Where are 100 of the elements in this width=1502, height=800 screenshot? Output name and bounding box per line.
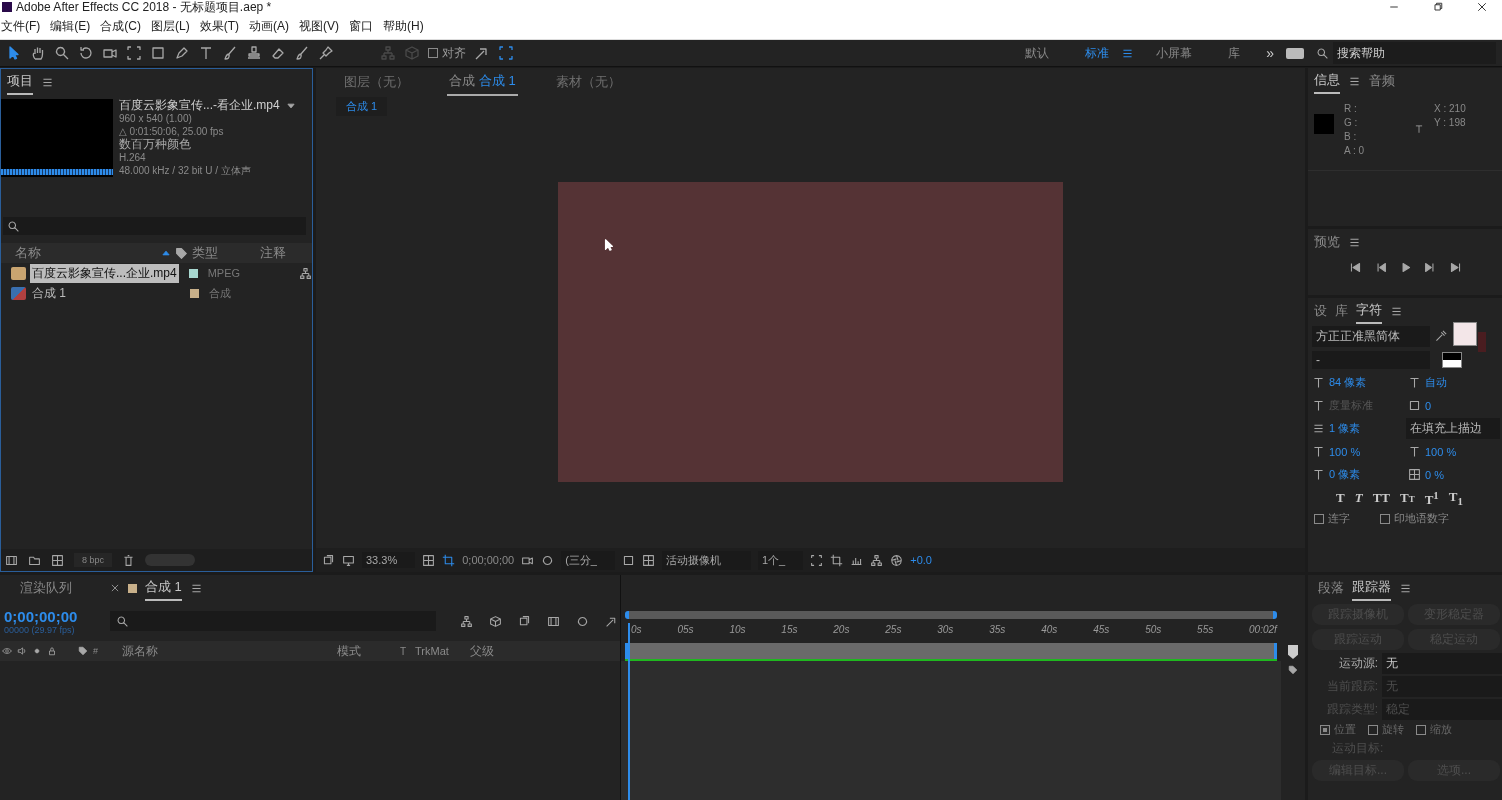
fill-color-swatch[interactable] xyxy=(1453,322,1477,346)
stroke-color-swatch[interactable] xyxy=(1478,332,1486,352)
text-style-button[interactable]: T$_{1}$ xyxy=(1448,489,1463,507)
panel-tab[interactable]: 合成 1 xyxy=(145,575,182,601)
label-color-swatch[interactable] xyxy=(190,288,199,298)
view-layout-dropdown[interactable]: 1个_ xyxy=(758,550,804,570)
color-sample xyxy=(1314,114,1334,134)
grid-icon xyxy=(422,553,436,567)
stroke-width-value[interactable]: 1 像素 xyxy=(1329,421,1361,436)
field-label: 运动源: xyxy=(1337,654,1378,672)
tracker-dropdown[interactable]: 无 xyxy=(1382,652,1502,674)
monitor-icon xyxy=(342,553,355,567)
font-family-dropdown[interactable]: 方正正准黑简体 xyxy=(1312,326,1430,347)
baseline-shift-value[interactable]: 0 像素 xyxy=(1329,467,1361,482)
workspace-tab[interactable]: 默认 xyxy=(1011,44,1064,62)
column-header[interactable]: 名称 xyxy=(15,244,157,262)
menu-item[interactable]: 合成(C) xyxy=(99,18,142,35)
viewer-tab[interactable]: 图层（无） xyxy=(342,69,411,95)
label-color-swatch[interactable] xyxy=(188,268,198,278)
column-header[interactable]: 注释 xyxy=(260,244,286,262)
region-icon xyxy=(622,553,635,567)
workspace-tab[interactable]: 库 xyxy=(1214,44,1255,62)
footage-size: 960 x 540 (1.00) xyxy=(119,112,193,125)
timeline-track-area[interactable] xyxy=(621,661,1281,800)
viewer-tab[interactable]: 素材（无） xyxy=(553,69,623,95)
panel-tab[interactable]: 音频 xyxy=(1369,69,1395,93)
search-icon xyxy=(116,614,129,628)
footage-codec: H.264 xyxy=(119,151,147,164)
end-marker-icon[interactable] xyxy=(1288,645,1298,659)
horizontal-scale-value[interactable]: 100 % xyxy=(1425,445,1457,458)
workspace-tab[interactable]: 小屏幕 xyxy=(1142,44,1207,62)
brush-icon xyxy=(222,45,238,61)
tracker-checkbox[interactable] xyxy=(1320,724,1330,735)
viewer-tab[interactable]: 合成 合成 1 xyxy=(447,68,518,96)
time-ruler[interactable]: 0s 05s 10s 15s 20s 25s 30s 35s 40s 45s 50s 55s 00:02f xyxy=(621,619,1281,639)
font-style-dropdown[interactable]: - xyxy=(1312,350,1430,369)
panel-tab[interactable]: 字符 xyxy=(1356,298,1382,324)
menu-item[interactable]: 帮助(H) xyxy=(382,18,425,35)
panel-tab[interactable]: 库 xyxy=(1335,299,1348,323)
tsume-value[interactable]: 0 % xyxy=(1425,468,1444,481)
menu-item[interactable]: 窗口 xyxy=(348,18,374,35)
channel-value: R : xyxy=(1344,102,1358,116)
tracking-value[interactable]: 0 xyxy=(1425,399,1432,412)
zoom-dropdown[interactable]: 33.3% xyxy=(362,552,416,568)
layer-search-field[interactable] xyxy=(110,611,436,631)
project-item[interactable]: 百度云影象宣传...企业.mp4 xyxy=(30,263,179,283)
menu-item[interactable]: 文件(F) xyxy=(0,18,42,35)
menu-item[interactable]: 动画(A) xyxy=(248,18,290,35)
exposure-value[interactable]: +0.0 xyxy=(910,554,932,566)
font-size-icon xyxy=(1312,376,1325,389)
column-header[interactable]: TrkMat xyxy=(415,645,465,657)
default-colors-swatch[interactable] xyxy=(1442,351,1462,368)
menu-item[interactable]: 编辑(E) xyxy=(49,18,92,35)
resolution-dropdown[interactable]: (三分_ xyxy=(561,550,615,570)
panel-tab[interactable]: 信息 xyxy=(1314,68,1340,94)
project-search-field[interactable] xyxy=(3,217,306,235)
project-item[interactable]: 合成 1 xyxy=(30,283,180,303)
leading-value[interactable]: 自动 xyxy=(1425,375,1447,390)
align-checkbox[interactable] xyxy=(428,48,438,58)
pixel-aspect-icon xyxy=(810,553,824,567)
column-header[interactable]: 源名称 xyxy=(122,642,332,660)
tracker-checkbox[interactable] xyxy=(1368,724,1378,735)
current-timecode[interactable]: 0;00;00;00 xyxy=(4,607,94,625)
panel-tab[interactable]: 段落 xyxy=(1318,576,1344,600)
composition-breadcrumb[interactable]: 合成 1 xyxy=(336,96,388,116)
text-style-button[interactable]: T$^{1}$ xyxy=(1424,488,1439,508)
ruler-label: 30s xyxy=(937,623,954,635)
bit-depth-button[interactable]: 8 bpc xyxy=(74,553,113,567)
camera-dropdown[interactable]: 活动摄像机 xyxy=(662,550,751,570)
stroke-mode-dropdown[interactable]: 在填充上描边 xyxy=(1405,418,1500,439)
vertical-scale-value[interactable]: 100 % xyxy=(1329,445,1361,458)
text-style-button[interactable]: Tт xyxy=(1399,490,1415,506)
tracker-checkbox[interactable] xyxy=(1416,724,1426,735)
channel-value: A : 0 xyxy=(1344,144,1364,158)
text-style-button[interactable]: TT xyxy=(1372,490,1390,506)
text-style-button[interactable]: T xyxy=(1354,490,1363,506)
stroke-width-icon xyxy=(1312,422,1325,435)
workspace-overflow[interactable]: » xyxy=(1262,45,1278,61)
menu-item[interactable]: 视图(V) xyxy=(298,18,340,35)
current-time[interactable]: 0;00;00;00 xyxy=(462,554,515,566)
panel-tab[interactable]: 设 xyxy=(1314,299,1327,323)
option-checkbox[interactable] xyxy=(1380,513,1390,524)
panel-tab[interactable]: 项目 xyxy=(7,69,33,95)
menu-item[interactable]: 图层(L) xyxy=(150,18,191,35)
nodes-icon xyxy=(460,614,473,628)
workspace-tab[interactable]: 标准 xyxy=(1071,44,1114,62)
lock-icon xyxy=(47,646,57,656)
option-checkbox[interactable] xyxy=(1314,513,1324,524)
font-size-value[interactable]: 84 像素 xyxy=(1329,375,1367,390)
ruler-label: 35s xyxy=(989,623,1006,635)
panel-tab[interactable]: 跟踪器 xyxy=(1352,575,1391,601)
column-header[interactable]: 父级 xyxy=(470,642,494,660)
text-style-button[interactable]: T xyxy=(1336,490,1345,506)
ruler-label: 15s xyxy=(781,623,798,635)
menu-item[interactable]: 效果(T) xyxy=(198,18,240,35)
column-header[interactable]: 模式 xyxy=(337,642,395,660)
flowchart-icon xyxy=(299,266,312,280)
column-header[interactable]: 类型 xyxy=(192,244,256,262)
panel-tab[interactable]: 渲染队列 xyxy=(20,576,72,600)
help-search-field[interactable]: 搜索帮助 xyxy=(1333,42,1496,64)
